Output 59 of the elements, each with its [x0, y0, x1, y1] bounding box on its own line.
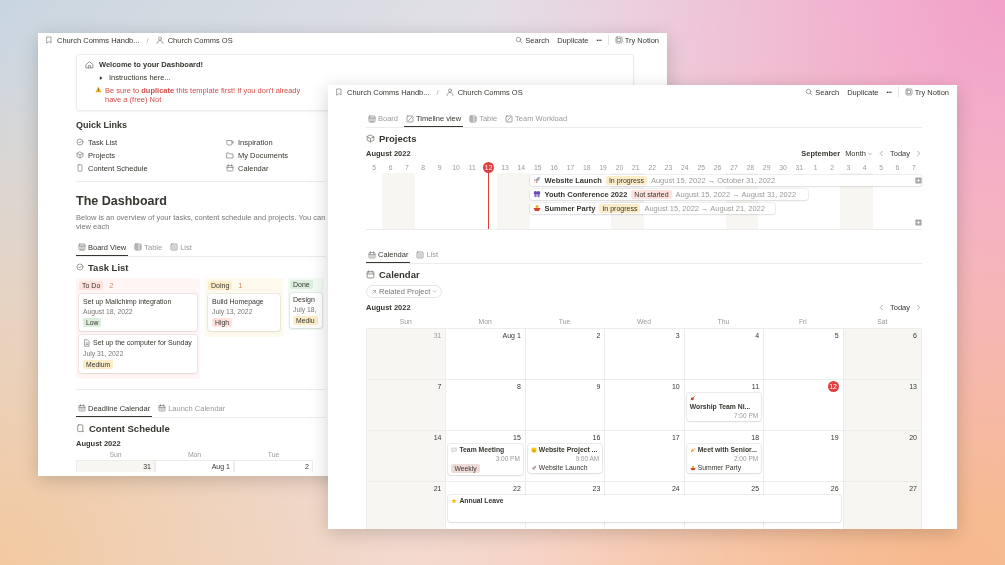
- bowl-icon: [689, 464, 696, 471]
- tablet-icon: [76, 423, 85, 433]
- chevron-right-icon[interactable]: [915, 304, 922, 311]
- warning-icon: [95, 86, 102, 93]
- smiley-icon: [530, 446, 537, 453]
- party-popper-icon: [689, 446, 696, 453]
- phone-icon: [76, 164, 84, 173]
- plus-icon[interactable]: [915, 218, 922, 226]
- board-icon: [78, 243, 86, 251]
- document-icon: [83, 338, 91, 347]
- board-icon: [368, 114, 376, 123]
- bookmark-icon: [335, 88, 343, 96]
- calendar-icon: [78, 404, 86, 412]
- guitar-icon: [689, 395, 696, 401]
- cube-icon: [366, 134, 375, 143]
- section-heading: Projects: [379, 133, 417, 144]
- timeline-icon: [505, 114, 514, 123]
- speech-bubble-icon: [451, 446, 458, 453]
- today-line: [488, 173, 490, 229]
- caret-down-icon: [432, 289, 438, 294]
- search-icon: [515, 36, 524, 44]
- list-icon: [170, 243, 179, 251]
- chevron-left-icon[interactable]: [878, 150, 885, 157]
- timeline-icon: [406, 114, 414, 123]
- butterfly-icon: [532, 190, 541, 198]
- caret-down-icon: [867, 150, 873, 157]
- folder-icon: [226, 151, 234, 160]
- search-icon: [805, 88, 814, 96]
- section-heading: Task List: [88, 261, 129, 273]
- check-circle-icon: [76, 138, 84, 147]
- star-icon: [451, 497, 458, 504]
- bookmark-icon: [45, 36, 53, 44]
- list-icon: [416, 250, 425, 259]
- calendar-icon: [368, 250, 376, 259]
- calendar-icon: [226, 164, 234, 173]
- person-icon: [155, 36, 164, 44]
- calendar-icon: [366, 270, 375, 279]
- logo-icon: [904, 88, 913, 96]
- rocket-icon: [530, 464, 537, 471]
- section-heading: Calendar: [379, 269, 420, 280]
- section-heading: Quick Links: [76, 119, 128, 130]
- page-heading: The Dashboard: [76, 193, 167, 208]
- bowl-icon: [532, 204, 541, 212]
- home-icon: [85, 60, 94, 69]
- toggle-triangle-icon: [98, 74, 104, 81]
- chevron-left-icon[interactable]: [878, 304, 885, 311]
- chevron-right-icon[interactable]: [915, 150, 922, 157]
- mug-icon: [226, 138, 234, 147]
- cube-icon: [76, 151, 84, 160]
- rocket-icon: [532, 176, 541, 184]
- table-icon: [134, 243, 143, 251]
- arrow-icon: [371, 288, 377, 295]
- calendar-icon: [158, 404, 167, 412]
- plus-icon[interactable]: [915, 176, 922, 184]
- person-icon: [445, 88, 454, 96]
- check-circle-icon: [76, 263, 84, 271]
- logo-icon: [614, 36, 623, 44]
- section-heading: Content Schedule: [89, 422, 170, 434]
- table-icon: [469, 114, 478, 123]
